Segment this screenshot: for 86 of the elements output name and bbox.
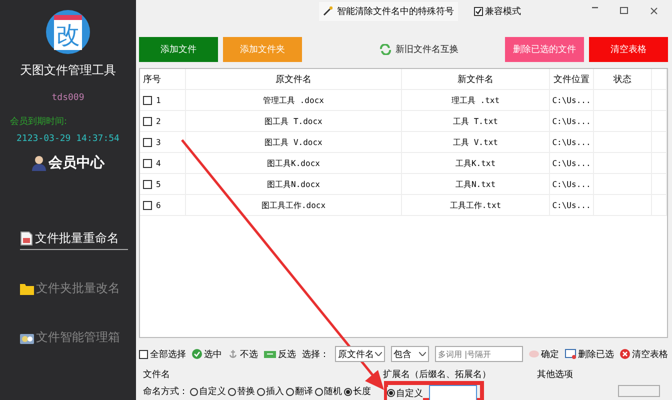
- extension-field[interactable]: [429, 385, 477, 400]
- table-cell: C:\Us...: [552, 116, 591, 126]
- keyword-field[interactable]: 多词用 |号隔开: [435, 346, 523, 362]
- table-cell: C:\Us...: [552, 180, 591, 188]
- expiry-label: 会员到期时间:: [10, 116, 68, 128]
- group-title: 其他选项: [537, 368, 573, 381]
- table-cell: 图工具 T.docx: [264, 116, 322, 126]
- swap-names-button[interactable]: 新旧文件名互换: [359, 37, 479, 62]
- clean-symbols-button[interactable]: 智能清除文件名中的特殊符号: [319, 2, 458, 20]
- invert-button[interactable]: 反选: [264, 348, 296, 360]
- match-dropdown[interactable]: 包含: [390, 346, 429, 362]
- cloud-icon: [529, 350, 539, 358]
- table-cell: 1: [156, 96, 161, 104]
- checkbox[interactable]: [474, 6, 483, 16]
- deselect-button[interactable]: 不选: [228, 348, 258, 360]
- table-cell: 工具 T.txt: [453, 116, 498, 126]
- document-icon: [20, 231, 33, 246]
- checkbox-label: 全部选择: [150, 348, 186, 360]
- table-cell: 管理工具 .docx: [263, 94, 324, 106]
- group-title: 文件名: [143, 368, 170, 381]
- checkbox[interactable]: [139, 350, 148, 358]
- table-cell: 工具N.txt: [455, 178, 496, 190]
- radio-option[interactable]: 长度: [344, 385, 371, 398]
- username: tds009: [52, 93, 84, 103]
- row-checkbox[interactable]: [143, 138, 152, 146]
- toolbox-icon: [20, 332, 34, 344]
- folder-icon: [20, 282, 34, 294]
- table-cell: 图工具N.docx: [267, 178, 320, 190]
- delete-selected-button[interactable]: 删除已选: [565, 348, 614, 360]
- clear-table-button[interactable]: 清空表格: [620, 348, 668, 360]
- confirm-button[interactable]: 确定: [529, 348, 559, 360]
- minimize-icon[interactable]: [592, 7, 598, 9]
- radio-option[interactable]: 替换: [228, 385, 255, 398]
- column-header: 状态: [594, 69, 652, 89]
- radio-option[interactable]: 随机: [315, 385, 342, 398]
- table-cell: C:\Us...: [552, 138, 591, 146]
- radio-option[interactable]: 翻译: [286, 385, 313, 398]
- table-cell: 工具 V.txt: [453, 136, 498, 148]
- swap-icon: [380, 44, 390, 55]
- close-icon[interactable]: [650, 7, 658, 15]
- table-cell: 6: [156, 200, 161, 210]
- table-cell: 3: [156, 138, 161, 146]
- invert-icon: [264, 350, 276, 358]
- table-cell: 图工具K.docx: [267, 158, 320, 168]
- close-circle-icon: [620, 349, 630, 359]
- member-center-link[interactable]: 会员中心: [48, 154, 104, 172]
- avatar-icon: [32, 155, 46, 171]
- checkbox-label: 兼容模式: [485, 6, 521, 18]
- radio-option[interactable]: 插入: [257, 385, 284, 398]
- table-cell: 工具K.txt: [455, 158, 496, 168]
- anchor-icon: [228, 349, 238, 359]
- maximize-icon[interactable]: [620, 7, 628, 14]
- nav-item[interactable]: 文件夹批量改名: [20, 280, 128, 299]
- column-header: 原文件名: [186, 69, 402, 89]
- radio-option[interactable]: 自定义: [190, 385, 226, 398]
- radio-option[interactable]: 自定义: [387, 386, 423, 400]
- table-cell: C:\Us...: [552, 200, 591, 210]
- select-button[interactable]: 选中: [192, 348, 222, 360]
- table-cell: C:\Us...: [552, 96, 591, 104]
- action-button[interactable]: 清空表格: [589, 37, 668, 62]
- row-checkbox[interactable]: [143, 158, 152, 168]
- table-cell: 工具工作.txt: [450, 200, 502, 210]
- row-checkbox[interactable]: [143, 116, 152, 126]
- app-name: 天图文件管理工具: [20, 62, 116, 79]
- table-cell: 4: [156, 158, 161, 168]
- row-checkbox[interactable]: [143, 96, 152, 104]
- action-button[interactable]: 添加文件: [139, 37, 218, 62]
- app-logo: 改: [46, 10, 90, 54]
- nav-item[interactable]: 文件批量重命名: [20, 230, 128, 250]
- column-header: 序号: [140, 69, 186, 89]
- table-cell: 图工具 V.docx: [264, 136, 322, 148]
- nav-item[interactable]: 文件智能管理箱: [20, 329, 128, 348]
- column-header: 文件位置: [550, 69, 594, 89]
- table-cell: 2: [156, 116, 161, 126]
- expiry-date: 2123-03-29 14:37:54: [16, 134, 120, 144]
- check-circle-icon: [192, 349, 202, 359]
- table-cell: C:\Us...: [552, 158, 591, 168]
- wand-icon: [323, 6, 333, 16]
- table-cell: 图工具工作.docx: [261, 200, 326, 210]
- row-checkbox[interactable]: [143, 200, 152, 210]
- table-cell: 理工具 .txt: [451, 94, 500, 106]
- field-dropdown[interactable]: 原文件名: [335, 346, 385, 362]
- column-header: 新文件名: [402, 69, 550, 89]
- table-cell: 5: [156, 180, 161, 188]
- window-delete-icon: [565, 349, 576, 359]
- row-checkbox[interactable]: [143, 180, 152, 188]
